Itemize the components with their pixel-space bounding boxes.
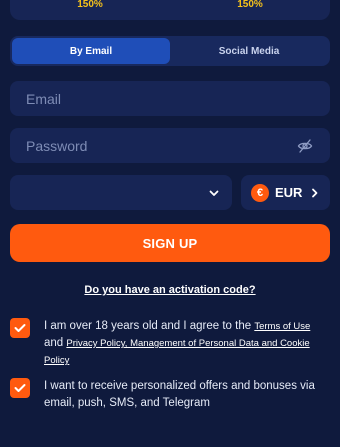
age-terms-text: I am over 18 years old and I agree to th… (44, 318, 332, 369)
chevron-down-icon (208, 187, 220, 199)
checkmark-icon (14, 324, 26, 332)
offers-text: I want to receive personalized offers an… (44, 380, 315, 409)
age-terms-label: I am over 18 years old and I agree to th… (44, 320, 255, 332)
country-select[interactable] (10, 175, 232, 210)
offers-consent: I want to receive personalized offers an… (10, 378, 332, 412)
tab-social-media[interactable]: Social Media (170, 38, 328, 64)
eye-slash-icon[interactable] (296, 137, 314, 155)
tab-by-email[interactable]: By Email (12, 38, 170, 64)
currency-code: EUR (275, 185, 303, 200)
activation-code-link[interactable]: Do you have an activation code? (0, 284, 340, 296)
bonus-percent-left: 150% (77, 0, 103, 10)
currency-select[interactable]: € EUR (241, 175, 330, 210)
age-terms-checkbox[interactable] (10, 318, 30, 338)
bonus-strip: 150% 150% (10, 0, 330, 20)
checkmark-icon (14, 384, 26, 392)
password-field-wrapper (10, 128, 330, 163)
email-field[interactable] (26, 90, 314, 107)
offers-checkbox[interactable] (10, 378, 30, 398)
euro-icon: € (251, 183, 269, 202)
sign-up-button[interactable]: SIGN UP (10, 224, 330, 262)
password-field[interactable] (26, 137, 296, 154)
registration-method-tabs: By Email Social Media (10, 36, 330, 66)
email-field-wrapper (10, 81, 330, 116)
chevron-right-icon (310, 187, 320, 199)
privacy-policy-link[interactable]: Privacy Policy, Management of Personal D… (44, 338, 310, 366)
age-terms-consent: I am over 18 years old and I agree to th… (10, 318, 332, 369)
terms-of-use-link[interactable]: Terms of Use (254, 321, 310, 332)
bonus-percent-right: 150% (237, 0, 263, 10)
and-label: and (44, 337, 67, 349)
